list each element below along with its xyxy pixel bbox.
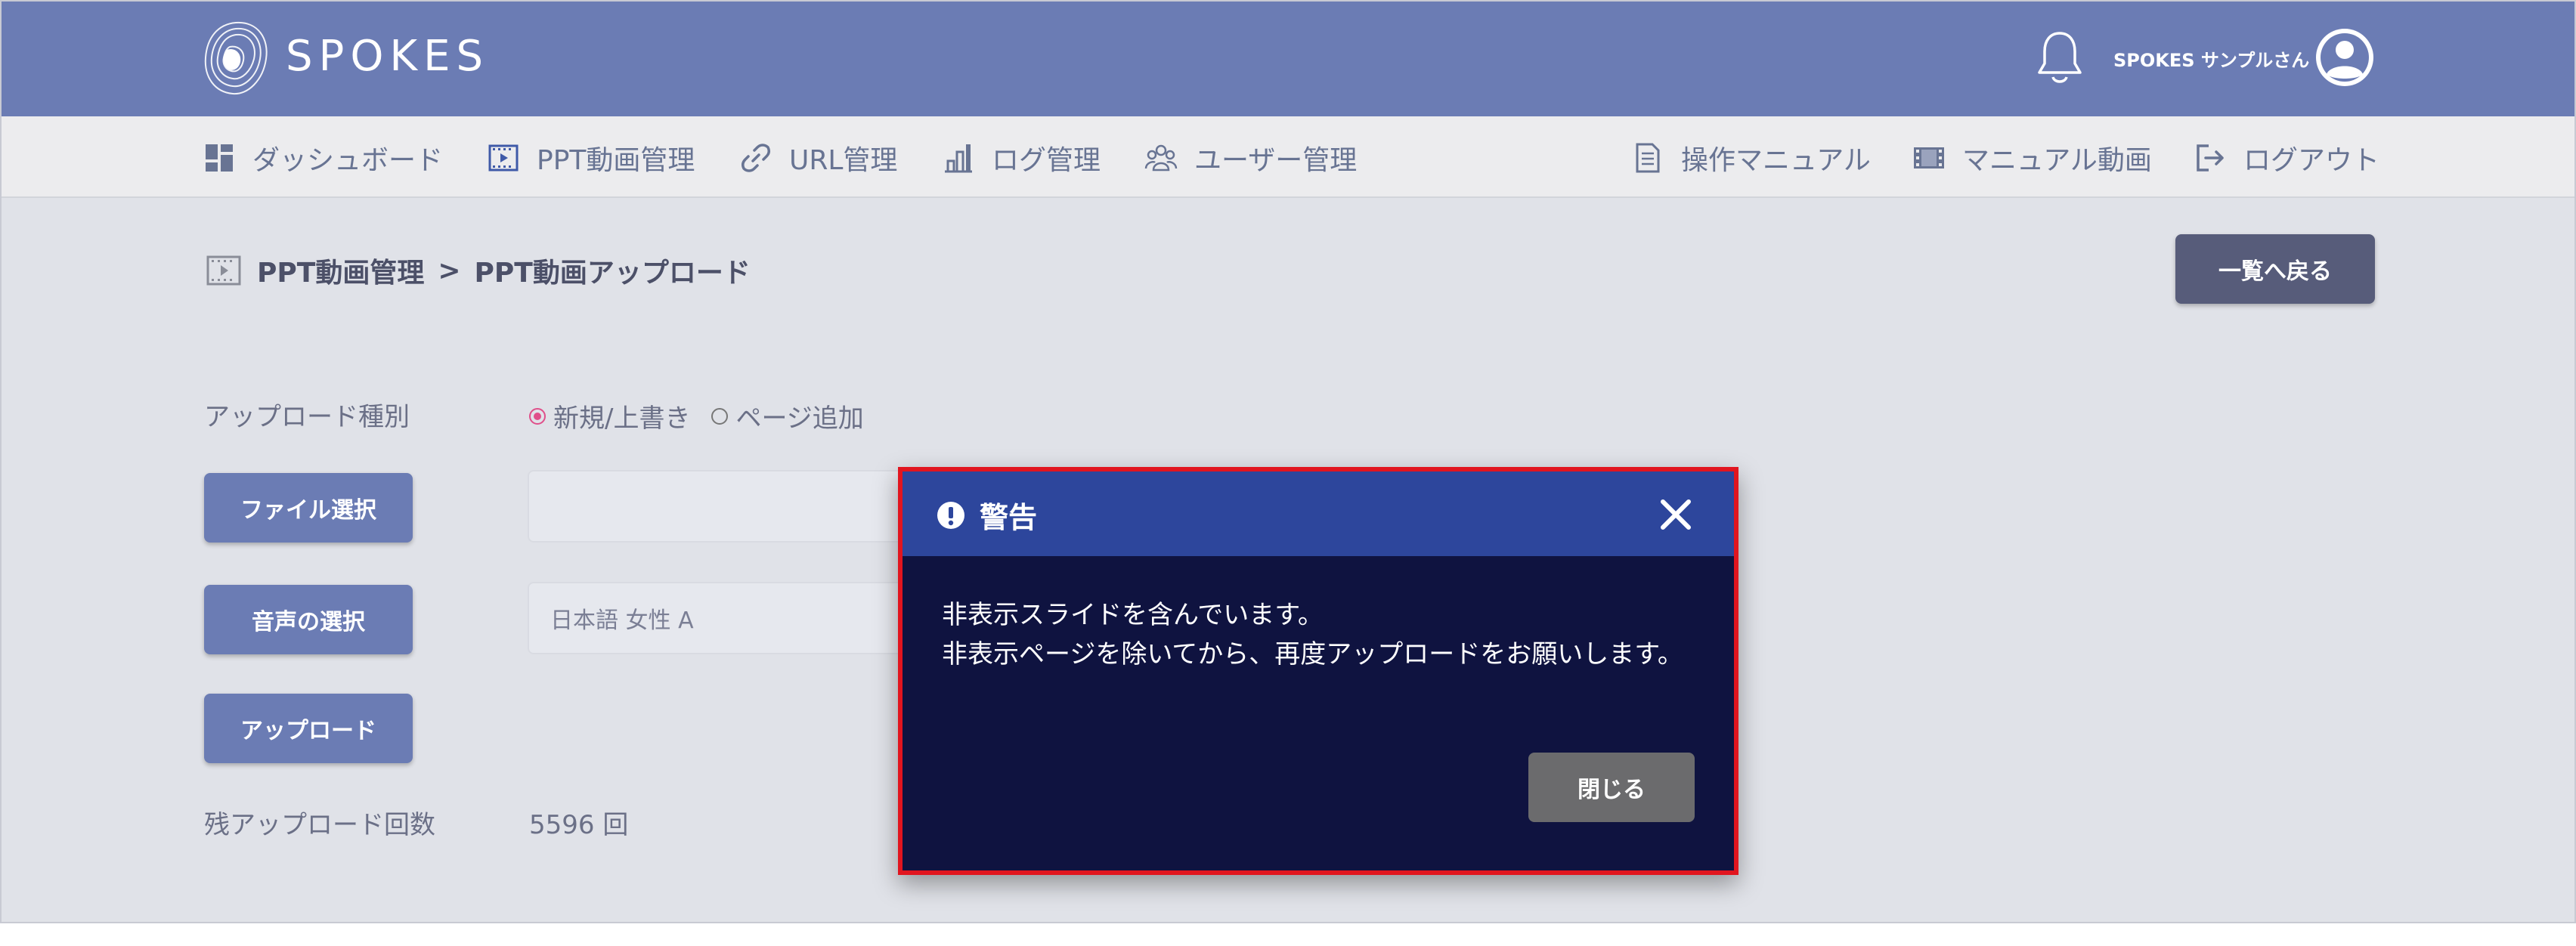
breadcrumb-current: PPT動画アップロード [474, 258, 751, 289]
top-header: SPOKES SPOKES サンプルさん [2, 2, 2574, 116]
main-nav: ダッシュボード PPT動画管理 URL管理 ログ管理 ユーザー管理 操作マニュア… [2, 116, 2574, 198]
nav-item-manual-video[interactable]: マニュアル動画 [1912, 139, 2152, 177]
radio-unselected-icon [711, 407, 729, 425]
users-icon [1144, 144, 1178, 172]
document-icon [1636, 143, 1660, 173]
brand-name: SPOKES [286, 32, 490, 81]
warning-dialog: 警告 非表示スライドを含んでいます。 非表示ページを除いてから、再度アップロード… [898, 467, 1738, 875]
upload-type-label: アップロード種別 [204, 402, 410, 432]
nav-label: URL管理 [789, 145, 898, 176]
breadcrumb-separator: > [438, 255, 461, 286]
app-window: SPOKES SPOKES サンプルさん ダッシュボード PPT動画管理 URL… [0, 0, 2576, 923]
nav-label: 操作マニュアル [1681, 145, 1871, 176]
nav-item-ppt-video[interactable]: PPT動画管理 [487, 139, 695, 177]
dialog-title: 警告 [936, 494, 1037, 536]
voice-field[interactable]: 日本語 女性 A [528, 582, 921, 654]
radio-label: ページ追加 [735, 403, 864, 434]
radio-new-overwrite[interactable]: 新規/上書き [529, 397, 690, 434]
remaining-uploads-label: 残アップロード回数 [204, 810, 435, 840]
user-circle-icon[interactable] [2313, 26, 2376, 89]
bell-icon[interactable] [2035, 29, 2085, 88]
dialog-message: 非表示スライドを含んでいます。 非表示ページを除いてから、再度アップロードをお願… [942, 595, 1698, 674]
film-icon [206, 255, 241, 286]
link-icon [741, 144, 771, 172]
back-to-list-button[interactable]: 一覧へ戻る [2175, 234, 2375, 304]
nav-item-url[interactable]: URL管理 [739, 139, 897, 177]
nav-label: ログ管理 [992, 145, 1101, 176]
dialog-message-line: 非表示スライドを含んでいます。 [942, 600, 1324, 630]
radio-add-page[interactable]: ページ追加 [711, 397, 864, 434]
spokes-logo-icon [204, 21, 268, 95]
nav-label: ユーザー管理 [1194, 145, 1358, 176]
nav-label: マニュアル動画 [1962, 145, 2152, 176]
log-chart-icon [945, 144, 972, 173]
radio-selected-icon [529, 407, 546, 425]
dashboard-icon [206, 144, 233, 172]
nav-label: PPT動画管理 [537, 145, 695, 176]
nav-item-users[interactable]: ユーザー管理 [1144, 139, 1357, 177]
file-select-button[interactable]: ファイル選択 [204, 473, 413, 543]
close-icon[interactable] [1658, 497, 1693, 532]
voice-select-button[interactable]: 音声の選択 [204, 585, 413, 654]
breadcrumb-parent[interactable]: PPT動画管理 [257, 251, 424, 290]
remaining-uploads-value: 5596 回 [529, 810, 629, 840]
video-icon [1914, 147, 1944, 168]
nav-item-log[interactable]: ログ管理 [942, 139, 1101, 177]
upload-button[interactable]: アップロード [204, 694, 413, 763]
nav-item-logout[interactable]: ログアウト [2194, 139, 2379, 177]
nav-label: ログアウト [2243, 145, 2380, 176]
dialog-title-text: 警告 [980, 501, 1038, 534]
dialog-close-button[interactable]: 閉じる [1528, 753, 1695, 822]
dialog-header: 警告 [903, 471, 1734, 556]
breadcrumb: PPT動画管理 > PPT動画アップロード [206, 251, 751, 290]
upload-type-radio-group: 新規/上書き ページ追加 [529, 397, 885, 434]
nav-label: ダッシュボード [252, 145, 444, 176]
radio-label: 新規/上書き [553, 403, 691, 434]
nav-item-dashboard[interactable]: ダッシュボード [203, 139, 443, 177]
dialog-message-line: 非表示ページを除いてから、再度アップロードをお願いします。 [942, 639, 1683, 669]
nav-item-manual[interactable]: 操作マニュアル [1631, 139, 1871, 177]
user-name[interactable]: SPOKES サンプルさん [2113, 45, 2309, 72]
logout-icon [2197, 144, 2224, 172]
file-name-field[interactable] [528, 470, 921, 543]
film-icon [488, 144, 519, 172]
exclamation-icon [937, 501, 964, 529]
